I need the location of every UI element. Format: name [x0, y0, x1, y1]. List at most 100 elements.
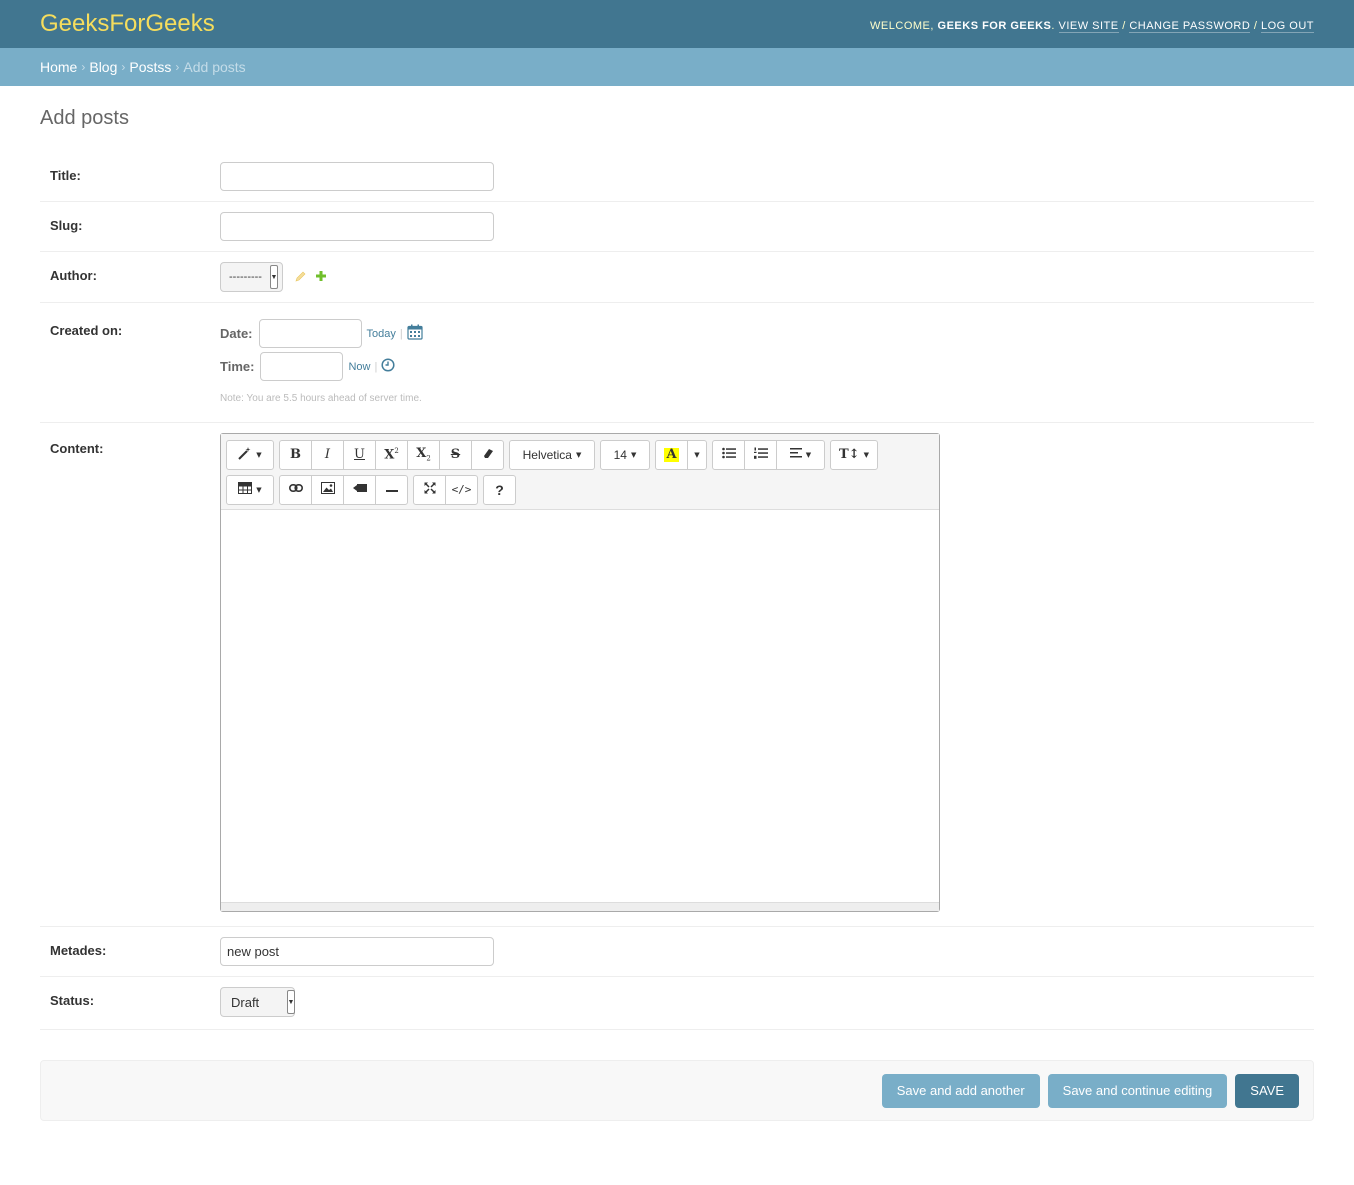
content-label: Content: — [50, 441, 104, 456]
strikethrough-icon: S — [450, 447, 461, 462]
chevron-down-icon: ▼ — [805, 450, 812, 459]
code-view-button[interactable]: </> — [445, 474, 478, 505]
image-button[interactable] — [311, 474, 344, 505]
style-button[interactable]: ▼ — [226, 439, 274, 470]
status-selected-value: Draft — [231, 994, 260, 1010]
save-button[interactable]: Save — [1235, 1073, 1299, 1108]
italic-glyph: I — [324, 447, 331, 462]
text-height-icon: T↕ — [839, 447, 860, 462]
superscript-icon: X2 — [384, 446, 399, 463]
link-button[interactable] — [279, 474, 312, 505]
status-label: Status: — [50, 993, 95, 1008]
username: Geeks for Geeks — [937, 20, 1052, 32]
chevron-down-icon: ▼ — [575, 450, 582, 459]
chevron-down-icon: ▼ — [863, 450, 869, 459]
title-input[interactable] — [220, 162, 494, 191]
author-select[interactable]: --------- ▼ — [220, 262, 283, 292]
clear-format-button[interactable] — [471, 439, 504, 470]
unordered-list-button[interactable] — [712, 439, 745, 470]
chevron-down-icon: ▼ — [287, 990, 295, 1014]
editor-content-area[interactable] — [221, 510, 939, 902]
picture-icon — [320, 481, 335, 498]
font-name-dropdown[interactable]: Helvetica ▼ — [509, 439, 595, 470]
author-row: Author: --------- ▼ — [40, 252, 1314, 303]
slug-row: Slug: — [40, 202, 1314, 252]
save-and-add-another-button[interactable]: Save and add another — [881, 1073, 1040, 1108]
chevron-down-icon: ▼ — [256, 450, 262, 459]
underline-button[interactable]: U — [343, 439, 376, 470]
divider: | — [399, 327, 403, 340]
superscript-button[interactable]: X2 — [375, 439, 408, 470]
log-out-link[interactable]: Log out — [1260, 20, 1314, 33]
editor-resize-bar[interactable] — [221, 902, 939, 911]
fullscreen-button[interactable] — [413, 474, 446, 505]
text-color-button[interactable]: A — [655, 439, 688, 470]
help-button[interactable]: ? — [483, 474, 516, 505]
ordered-list-button[interactable] — [744, 439, 777, 470]
change-password-link[interactable]: Change password — [1129, 20, 1251, 33]
rich-text-editor: ▼ B I U X2 X2 S Helvetica ▼ 14 ▼ A ▼ ▼ T… — [220, 433, 940, 912]
metades-input[interactable] — [220, 937, 494, 966]
title-row: Title: — [40, 152, 1314, 202]
minus-icon — [385, 482, 398, 497]
subscript-icon: X2 — [416, 446, 431, 463]
strikethrough-button[interactable]: S — [439, 439, 472, 470]
title-label: Title: — [50, 168, 81, 183]
date-line: Date: Today | — [220, 319, 1304, 348]
time-input[interactable] — [260, 352, 344, 381]
status-row: Status: Draft ▼ — [40, 977, 1314, 1030]
subscript-button[interactable]: X2 — [407, 439, 440, 470]
site-branding[interactable]: GeeksForGeeks — [40, 10, 215, 38]
save-and-continue-button[interactable]: Save and continue editing — [1047, 1073, 1228, 1108]
separator: / — [1253, 20, 1258, 32]
font-size-dropdown[interactable]: 14 ▼ — [600, 439, 650, 470]
breadcrumb-posts[interactable]: Postss — [129, 59, 171, 75]
paragraph-align-dropdown[interactable]: ▼ — [776, 439, 825, 470]
chevron-down-icon: ▼ — [630, 450, 637, 459]
clock-icon[interactable] — [381, 358, 395, 375]
chevron-down-icon: ▼ — [694, 450, 700, 459]
fullscreen-icon — [423, 481, 436, 498]
content-row: Content: ▼ B I U X2 X2 S Helvetica ▼ 14 … — [40, 423, 1314, 927]
breadcrumb-separator: › — [175, 60, 180, 74]
chevron-down-icon: ▼ — [269, 265, 278, 289]
view-site-link[interactable]: View site — [1058, 20, 1119, 33]
main-content: Add posts Title: Slug: Author: ---------… — [0, 86, 1354, 1121]
code-icon: </> — [451, 483, 472, 496]
video-icon — [352, 482, 367, 497]
add-author-icon[interactable] — [315, 270, 327, 285]
today-link[interactable]: Today — [367, 328, 396, 340]
calendar-icon[interactable] — [407, 324, 423, 343]
editor-toolbar: ▼ B I U X2 X2 S Helvetica ▼ 14 ▼ A ▼ ▼ T… — [221, 434, 939, 510]
eraser-icon — [482, 447, 494, 463]
welcome-text: Welcome, — [870, 20, 934, 32]
created-on-row: Created on: Date: Today | Time: Now | No… — [40, 303, 1314, 423]
date-input[interactable] — [258, 319, 362, 348]
video-button[interactable] — [343, 474, 376, 505]
time-label: Time: — [220, 359, 255, 374]
breadcrumb-separator: › — [121, 60, 126, 74]
breadcrumb-blog[interactable]: Blog — [89, 59, 117, 75]
line-height-dropdown[interactable]: T↕ ▼ — [830, 439, 878, 470]
now-link[interactable]: Now — [348, 361, 370, 373]
pencil-icon[interactable] — [295, 270, 307, 285]
color-dropdown-button[interactable]: ▼ — [687, 439, 707, 470]
page-title: Add posts — [40, 107, 129, 129]
metades-row: Metades: — [40, 927, 1314, 977]
slug-label: Slug: — [50, 218, 83, 233]
status-select[interactable]: Draft ▼ — [220, 987, 295, 1017]
date-label: Date: — [220, 326, 253, 341]
table-icon — [238, 481, 253, 498]
chevron-down-icon: ▼ — [256, 485, 262, 494]
author-selected-value: --------- — [229, 271, 262, 283]
bullet-list-icon — [721, 447, 736, 463]
horizontal-rule-button[interactable] — [375, 474, 408, 505]
breadcrumb-home[interactable]: Home — [40, 59, 77, 75]
divider: | — [374, 360, 378, 373]
author-label: Author: — [50, 268, 97, 283]
italic-button[interactable]: I — [311, 439, 344, 470]
bold-button[interactable]: B — [279, 439, 312, 470]
slug-input[interactable] — [220, 212, 494, 241]
table-button[interactable]: ▼ — [226, 474, 274, 505]
admin-header: GeeksForGeeks Welcome, Geeks for Geeks. … — [0, 0, 1354, 48]
